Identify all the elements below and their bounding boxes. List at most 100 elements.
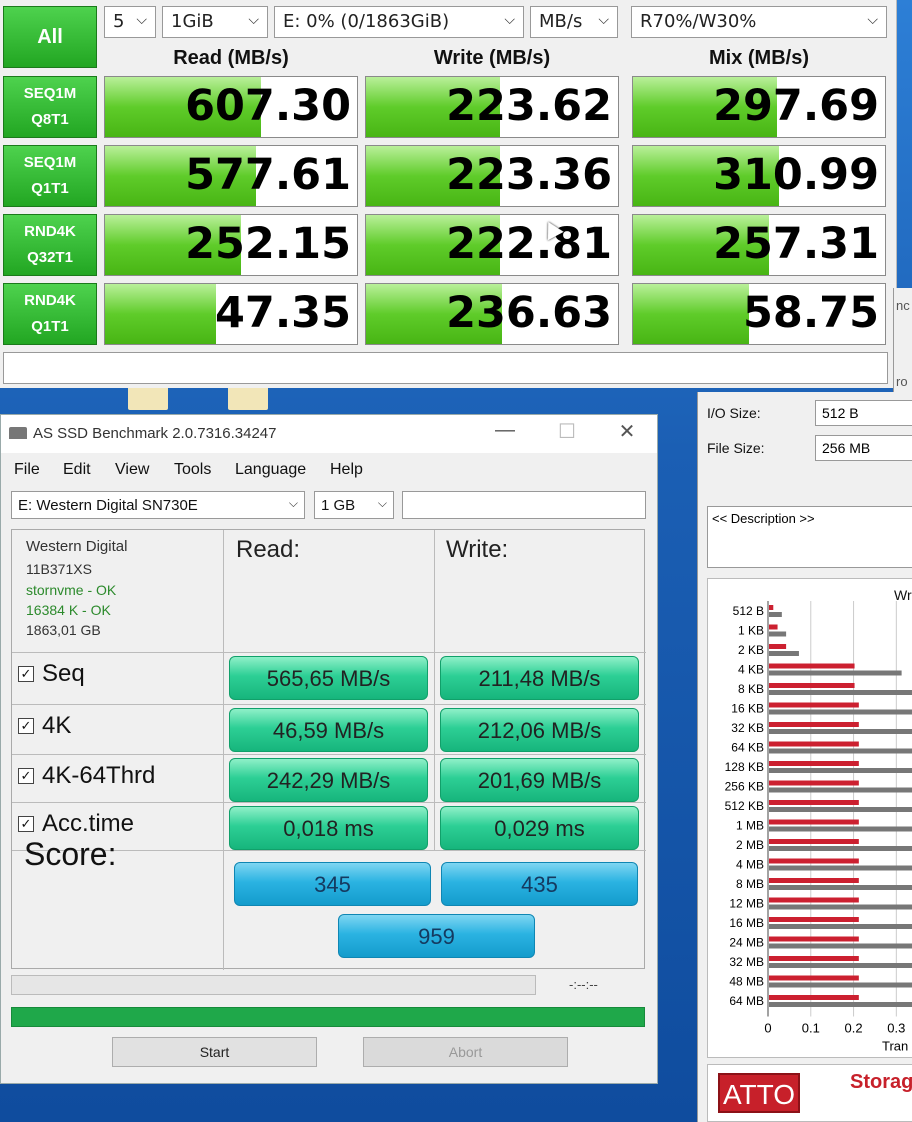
y-tick-label: 4 KB: [738, 663, 764, 677]
desktop-file-icon[interactable]: [228, 386, 268, 410]
io-size-select[interactable]: 512 B: [815, 400, 912, 426]
test-button-row-2[interactable]: RND4K Q32T1: [3, 214, 97, 276]
bar-series-1: [769, 826, 912, 832]
score-total: 959: [338, 914, 535, 958]
menu-tools[interactable]: Tools: [174, 461, 211, 479]
bar-series-0: [769, 683, 855, 688]
read-result-value: 252.15: [185, 219, 351, 269]
test-count-select[interactable]: 5 ⌵: [104, 6, 156, 38]
read-column-header: Read (MB/s): [173, 47, 289, 69]
x-tick-label: 0.1: [802, 1021, 820, 1036]
score-write: 435: [441, 862, 638, 906]
as-ssd-window: AS SSD Benchmark 2.0.7316.34247 — ☐ ✕ Fi…: [0, 414, 658, 1084]
chart-plot: 512 B 1 KB 2 KB 4 KB 8 KB 16 KB 32 KB 64 KB 128 …: [725, 601, 912, 1054]
bar-series-0: [769, 819, 859, 825]
bar-series-1: [769, 651, 799, 656]
mix-result-value: 257.31: [713, 219, 879, 269]
bar-series-0: [769, 780, 859, 786]
bar-series-1: [769, 963, 912, 968]
chevron-down-icon: ⌵: [288, 496, 298, 510]
checkbox-checked-icon[interactable]: ✓: [18, 718, 34, 734]
window-title: AS SSD Benchmark 2.0.7316.34247: [33, 425, 277, 442]
atto-window-edge: nc ro: [893, 288, 912, 392]
y-tick-label: 128 KB: [725, 760, 764, 774]
write-result-pill: 211,48 MB/s: [440, 656, 639, 700]
search-input[interactable]: [402, 491, 646, 519]
description-box[interactable]: << Description >>: [707, 506, 912, 568]
minimize-icon[interactable]: —: [485, 419, 525, 442]
desktop-file-icon[interactable]: [128, 386, 168, 410]
mix-result-cell: 310.99: [632, 145, 886, 207]
bar-series-1: [769, 709, 912, 715]
menu-edit[interactable]: Edit: [63, 461, 91, 479]
title-bar[interactable]: AS SSD Benchmark 2.0.7316.34247 — ☐ ✕: [1, 415, 657, 453]
menu-help[interactable]: Help: [330, 461, 363, 479]
bar-series-0: [769, 858, 859, 864]
test-checkbox-row[interactable]: ✓ 4K-64Thrd: [18, 762, 155, 790]
bar-series-1: [769, 690, 912, 695]
y-tick-label: 1 KB: [738, 624, 764, 638]
bar-series-0: [769, 878, 859, 883]
test-button-row-3[interactable]: RND4K Q1T1: [3, 283, 97, 345]
mix-result-bar: [633, 284, 749, 344]
bar-series-1: [769, 846, 912, 851]
side-fragment-text: nc: [896, 298, 910, 313]
y-tick-label: 2 MB: [736, 838, 764, 852]
atto-logo-tagline: Storag: [850, 1071, 912, 1093]
menu-view[interactable]: View: [115, 461, 149, 479]
menu-language[interactable]: Language: [235, 461, 306, 479]
test-button-row-1[interactable]: SEQ1M Q1T1: [3, 145, 97, 207]
menu-file[interactable]: File: [14, 461, 40, 479]
side-fragment-text: ro: [896, 374, 908, 389]
mix-ratio-select[interactable]: R70%/W30% ⌵: [631, 6, 887, 38]
checkbox-checked-icon[interactable]: ✓: [18, 816, 34, 832]
test-checkbox-row[interactable]: ✓ Seq: [18, 660, 85, 688]
bar-series-1: [769, 865, 912, 871]
mix-result-cell: 257.31: [632, 214, 886, 276]
menu-bar: File Edit View Tools Language Help: [1, 457, 657, 483]
test-queue: Q8T1: [31, 111, 69, 128]
abort-button[interactable]: Abort: [363, 1037, 568, 1067]
start-button[interactable]: Start: [112, 1037, 317, 1067]
all-button[interactable]: All: [3, 6, 97, 68]
test-name: 4K: [42, 712, 72, 739]
read-header: Read:: [236, 536, 301, 563]
test-name: SEQ1M: [23, 85, 77, 102]
bar-series-0: [769, 761, 859, 766]
bar-series-0: [769, 722, 859, 727]
size-select[interactable]: 1 GB ⌵: [314, 491, 394, 519]
write-result-value: 236.63: [446, 288, 612, 338]
drive-select[interactable]: E: 0% (0/1863GiB) ⌵: [274, 6, 524, 38]
chart-title: Wr: [894, 587, 912, 603]
test-size-select[interactable]: 1GiB ⌵: [162, 6, 268, 38]
x-axis-label: Tran: [882, 1039, 908, 1054]
chevron-down-icon: ⌵: [867, 12, 878, 28]
close-icon[interactable]: ✕: [607, 419, 647, 444]
y-tick-label: 4 MB: [736, 858, 764, 872]
unit-select[interactable]: MB/s ⌵: [530, 6, 618, 38]
comment-field[interactable]: [3, 352, 888, 384]
test-checkbox-row[interactable]: ✓ 4K: [18, 712, 71, 740]
file-size-select[interactable]: 256 MB: [815, 435, 912, 461]
transfer-rate-chart: Wr 512 B 1 KB 2 KB 4 KB 8 KB 16 KB 32 KB 64 KB 1…: [707, 578, 912, 1058]
mix-column-header: Mix (MB/s): [709, 47, 809, 69]
drive-select[interactable]: E: Western Digital SN730E ⌵: [11, 491, 305, 519]
checkbox-checked-icon[interactable]: ✓: [18, 666, 34, 682]
maximize-icon[interactable]: ☐: [547, 419, 587, 444]
bar-series-0: [769, 956, 859, 961]
test-button-row-0[interactable]: SEQ1M Q8T1: [3, 76, 97, 138]
bar-series-0: [769, 741, 859, 747]
y-tick-label: 64 MB: [729, 994, 764, 1008]
test-queue: Q32T1: [27, 249, 73, 266]
chevron-down-icon: ⌵: [377, 496, 387, 510]
checkbox-checked-icon[interactable]: ✓: [18, 768, 34, 784]
read-result-value: 47.35: [214, 288, 351, 338]
read-result-value: 577.61: [185, 150, 351, 200]
read-result-cell: 577.61: [104, 145, 358, 207]
bar-series-1: [769, 612, 782, 617]
drive-vendor: Western Digital: [26, 538, 128, 555]
bar-series-1: [769, 729, 912, 734]
test-checkbox-row[interactable]: ✓ Acc.time: [18, 810, 134, 838]
chevron-down-icon: ⌵: [504, 12, 515, 28]
bar-series-1: [769, 982, 912, 988]
